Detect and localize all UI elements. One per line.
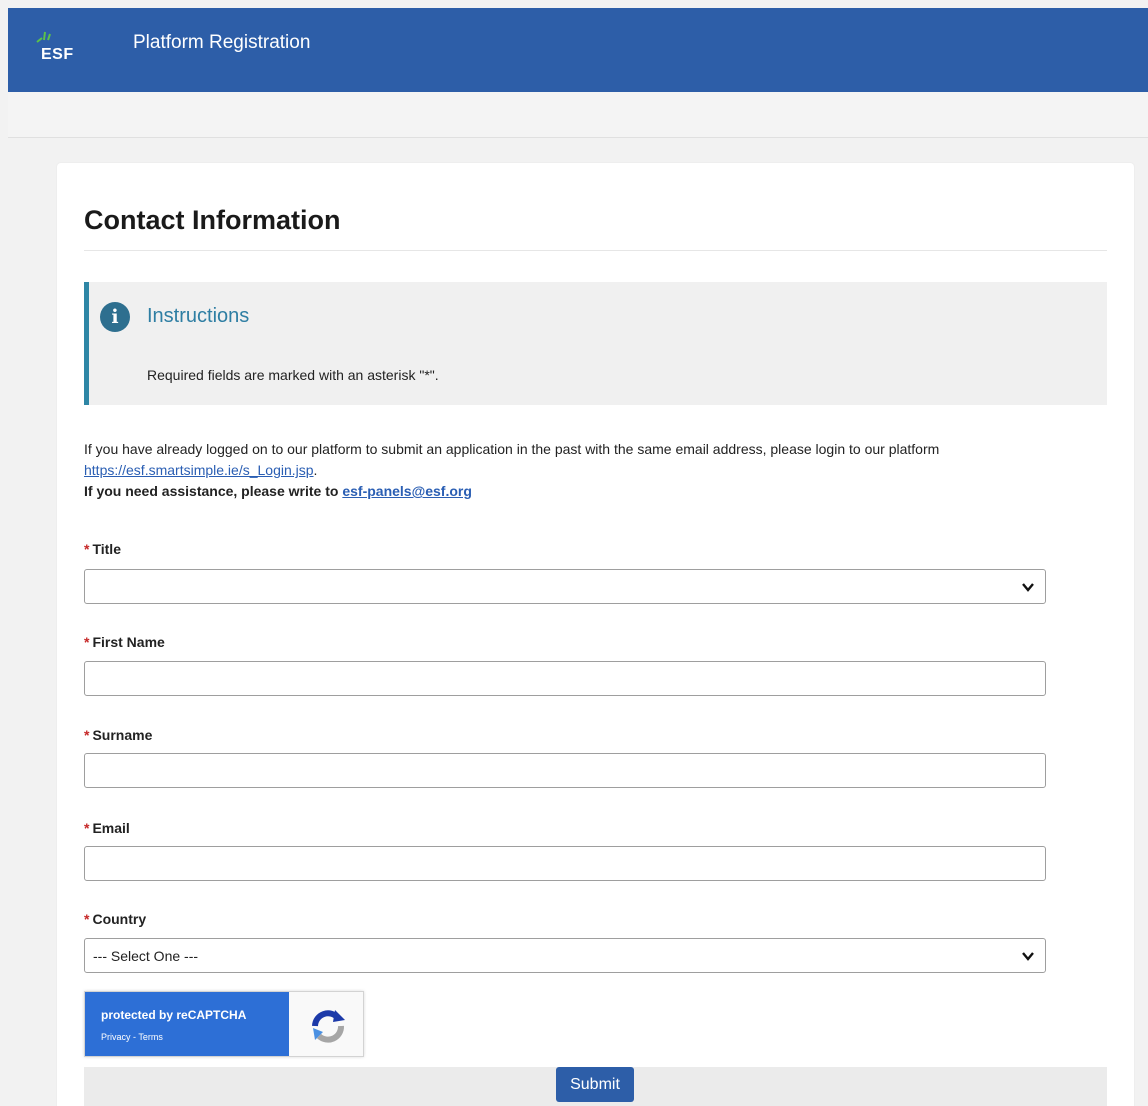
recaptcha-icon xyxy=(312,1010,345,1043)
surname-field[interactable] xyxy=(84,753,1046,788)
recaptcha-badge[interactable]: protected by reCAPTCHA Privacy - Terms xyxy=(84,991,364,1057)
intro-line-end: . xyxy=(313,462,318,478)
recaptcha-panel: protected by reCAPTCHA Privacy - Terms xyxy=(85,992,289,1056)
page-title: Contact Information xyxy=(84,205,341,235)
title-label: * Title xyxy=(84,541,121,557)
recaptcha-terms-link[interactable]: Terms xyxy=(138,1032,163,1042)
assistance-email-link[interactable]: esf-panels@esf.org xyxy=(342,483,472,499)
first-name-label: * First Name xyxy=(84,634,165,650)
assistance-text: If you need assistance, please write to xyxy=(84,483,339,499)
esf-logo[interactable]: ESF xyxy=(33,28,93,68)
recaptcha-text: protected by reCAPTCHA xyxy=(101,1008,247,1022)
chevron-down-icon xyxy=(1022,583,1034,592)
required-marker: * xyxy=(84,727,90,743)
email-label: * Email xyxy=(84,820,130,836)
title-label-text: Title xyxy=(92,541,121,557)
chevron-down-icon xyxy=(1022,952,1034,961)
surname-label: * Surname xyxy=(84,727,152,743)
intro-text: If you have already logged on to our pla… xyxy=(84,439,1104,502)
title-divider xyxy=(84,250,1107,251)
app-title: Platform Registration xyxy=(133,32,311,53)
title-select[interactable] xyxy=(84,569,1046,604)
first-name-field[interactable] xyxy=(84,661,1046,696)
email-label-text: Email xyxy=(92,820,130,836)
country-select-value: --- Select One --- xyxy=(93,948,199,964)
country-select[interactable]: --- Select One --- xyxy=(84,938,1046,973)
login-link[interactable]: https://esf.smartsimple.ie/s_Login.jsp xyxy=(84,462,314,478)
required-marker: * xyxy=(84,911,90,927)
header-bar: ESF Platform Registration xyxy=(8,8,1148,92)
logo-text: ESF xyxy=(41,46,74,63)
intro-line: If you have already logged on to our pla… xyxy=(84,441,940,457)
instructions-heading: Instructions xyxy=(147,305,250,327)
instructions-text: Required fields are marked with an aster… xyxy=(147,367,439,383)
recaptcha-privacy-link[interactable]: Privacy xyxy=(101,1032,131,1042)
country-label-text: Country xyxy=(92,911,147,927)
sub-bar xyxy=(8,92,1148,138)
required-marker: * xyxy=(84,541,90,557)
submit-button[interactable]: Submit xyxy=(556,1067,634,1102)
email-field[interactable] xyxy=(84,846,1046,881)
first-name-label-text: First Name xyxy=(92,634,165,650)
logo-spark-icon xyxy=(36,31,51,43)
required-marker: * xyxy=(84,634,90,650)
required-marker: * xyxy=(84,820,90,836)
info-icon: i xyxy=(100,302,130,332)
recaptcha-links: Privacy - Terms xyxy=(101,1032,163,1042)
surname-label-text: Surname xyxy=(92,727,153,743)
country-label: * Country xyxy=(84,911,146,927)
instructions-panel xyxy=(84,282,1107,405)
